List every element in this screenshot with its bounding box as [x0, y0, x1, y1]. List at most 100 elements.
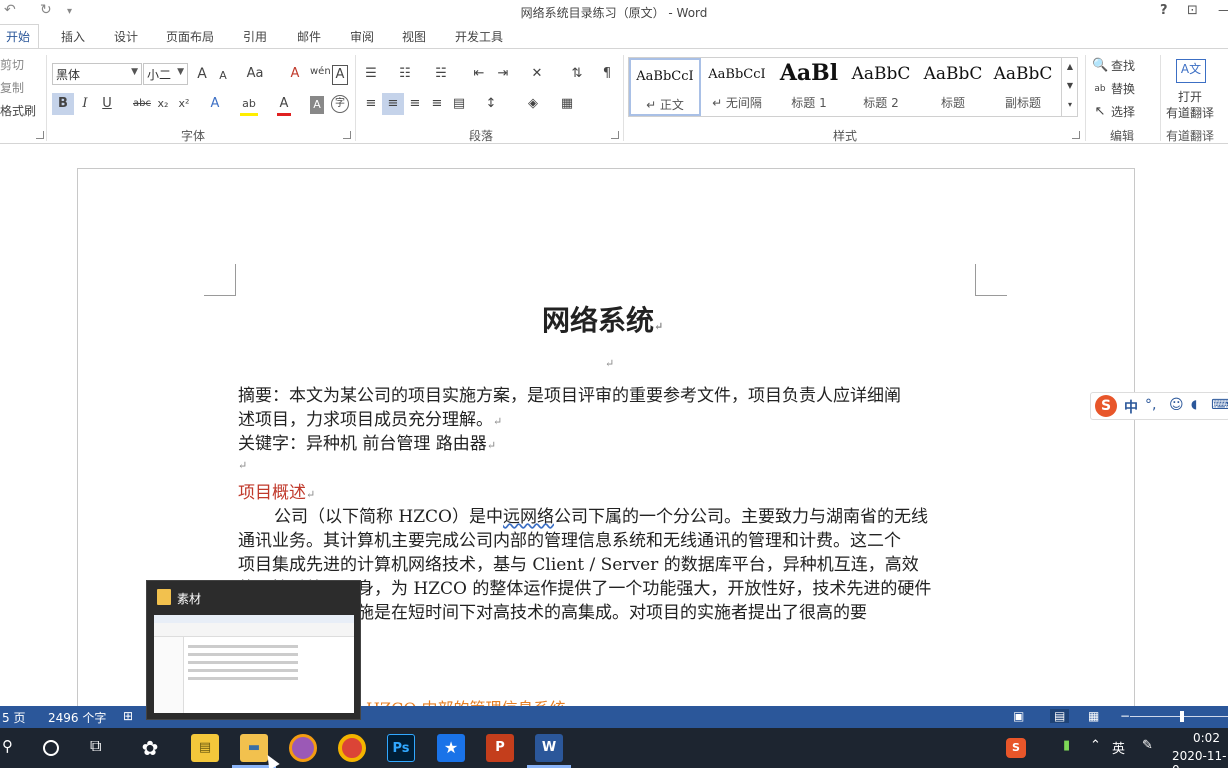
keyboard-icon[interactable]: ⌨	[1211, 397, 1228, 413]
colorful-app-icon[interactable]	[289, 734, 317, 762]
keywords-line[interactable]: 关键字：异种机 前台管理 路由器↵	[238, 429, 496, 454]
font-name-select[interactable]: 黑体 ▼	[52, 63, 142, 85]
pen-icon[interactable]: ✎	[1142, 738, 1153, 753]
multilevel-list-icon[interactable]: ☵	[432, 65, 450, 83]
web-layout-icon[interactable]: ▦	[1088, 709, 1099, 723]
replace-button[interactable]: 替换	[1111, 81, 1135, 97]
character-shading-icon[interactable]: A	[310, 96, 324, 114]
ime-punct-button[interactable]: °,	[1145, 397, 1156, 413]
format-painter-button[interactable]: 格式刷	[0, 103, 36, 119]
strikethrough-button[interactable]: abc	[131, 95, 153, 113]
phonetic-guide-icon[interactable]: wén	[310, 63, 331, 81]
tab-review[interactable]: 审阅	[350, 28, 374, 45]
align-right-icon[interactable]: ≡	[406, 95, 424, 113]
youdao-open-line1[interactable]: 打开	[1178, 89, 1202, 105]
ribbon-display-options-button[interactable]: ⊡	[1187, 3, 1198, 18]
style-title[interactable]: AaBbC 标题	[917, 58, 989, 116]
translate-icon[interactable]: A文	[1176, 59, 1206, 83]
chrome-icon[interactable]	[338, 734, 366, 762]
bold-button[interactable]: B	[52, 93, 74, 115]
taskbar-thumbnail-preview[interactable]: 素材	[146, 580, 361, 720]
zoom-slider-thumb[interactable]	[1180, 711, 1184, 722]
gallery-scroll[interactable]: ▲ ▼ ▾	[1061, 58, 1077, 116]
chevron-down-icon[interactable]: ▼	[1064, 77, 1076, 95]
ime-tray-indicator[interactable]: 英	[1112, 738, 1125, 757]
tab-references[interactable]: 引用	[243, 28, 267, 45]
sogou-logo-icon[interactable]: S	[1095, 395, 1117, 417]
font-launcher-icon[interactable]	[343, 131, 351, 139]
chinese-layout-icon[interactable]: ✕	[528, 65, 546, 83]
subscript-button[interactable]: x₂	[156, 95, 170, 113]
font-color-icon[interactable]: A	[277, 95, 291, 116]
zoom-slider[interactable]	[1130, 716, 1228, 717]
enclose-characters-icon[interactable]: 字	[331, 95, 349, 113]
chevron-up-icon[interactable]: ⌃	[1090, 738, 1101, 753]
star-app-icon[interactable]: ★	[437, 734, 465, 762]
line-spacing-icon[interactable]: ↕	[482, 95, 500, 113]
borders-icon[interactable]: ▦	[558, 95, 576, 113]
text-effects-icon[interactable]: A	[208, 95, 222, 113]
character-border-icon[interactable]: A	[332, 65, 348, 85]
select-button[interactable]: 选择	[1111, 104, 1135, 120]
justify-icon[interactable]: ≡	[428, 95, 446, 113]
font-size-select[interactable]: 小二 ▼	[143, 63, 188, 85]
powerpoint-icon[interactable]: P	[486, 734, 514, 762]
tab-view[interactable]: 视图	[402, 28, 426, 45]
battery-icon[interactable]: ▮	[1063, 738, 1070, 753]
superscript-button[interactable]: x²	[176, 95, 192, 113]
task-view-icon[interactable]: ⧉	[90, 736, 101, 756]
photoshop-icon[interactable]: Ps	[387, 734, 415, 762]
change-case-icon[interactable]: Aa	[244, 65, 266, 83]
style-heading-1[interactable]: AaBl 标题 1	[773, 58, 845, 116]
paragraph-launcher-icon[interactable]	[611, 131, 619, 139]
sort-icon[interactable]: ⇅	[568, 65, 586, 83]
bullets-icon[interactable]: ☰	[362, 65, 380, 83]
style-normal[interactable]: AaBbCcI ↵ 正文	[629, 58, 701, 116]
notes-app-icon[interactable]: ▤	[191, 734, 219, 762]
distributed-icon[interactable]: ▤	[450, 95, 468, 113]
find-button[interactable]: 查找	[1111, 58, 1135, 74]
minimize-button[interactable]: —	[1218, 3, 1228, 18]
shrink-font-icon[interactable]: A	[216, 67, 230, 85]
word-count[interactable]: 2496 个字	[48, 709, 106, 726]
clipboard-launcher-icon[interactable]	[36, 131, 44, 139]
copy-button[interactable]: 复制	[0, 80, 24, 96]
decrease-indent-icon[interactable]: ⇤	[470, 65, 488, 83]
tab-mailings[interactable]: 邮件	[297, 28, 321, 45]
abstract-line-2[interactable]: 述项目，力求项目成员充分理解。↵	[238, 405, 502, 430]
numbering-icon[interactable]: ☷	[396, 65, 414, 83]
clock-date[interactable]: 2020-11-0	[1172, 749, 1228, 777]
style-heading-2[interactable]: AaBbC 标题 2	[845, 58, 917, 116]
show-marks-icon[interactable]: ¶	[600, 65, 614, 83]
youdao-open-line2[interactable]: 有道翻译	[1166, 105, 1214, 121]
proofing-icon[interactable]: ⊞	[123, 709, 133, 723]
italic-button[interactable]: I	[78, 95, 92, 113]
ime-mode-button[interactable]: 中	[1124, 397, 1138, 417]
tab-layout[interactable]: 页面布局	[166, 28, 214, 45]
increase-indent-icon[interactable]: ⇥	[494, 65, 512, 83]
highlight-icon[interactable]: ab	[240, 95, 258, 116]
cut-button[interactable]: 剪切	[0, 57, 24, 73]
clock-time[interactable]: 0:02	[1193, 731, 1220, 745]
emoji-icon[interactable]: ☺	[1169, 397, 1184, 413]
style-subtitle[interactable]: AaBbC 副标题	[987, 58, 1059, 116]
chevron-up-icon[interactable]: ▲	[1064, 58, 1076, 76]
ime-toolbar[interactable]: S 中 °, ☺ ◖ ⌨	[1090, 392, 1228, 420]
print-layout-icon[interactable]: ▤	[1050, 709, 1070, 723]
styles-launcher-icon[interactable]	[1072, 131, 1080, 139]
read-mode-icon[interactable]: ▣	[1013, 709, 1024, 723]
page-count[interactable]: 5 页	[2, 709, 25, 726]
search-icon[interactable]: ⚲	[2, 737, 13, 755]
cortana-icon[interactable]	[43, 740, 59, 756]
align-center-icon[interactable]: ≡	[382, 93, 404, 115]
clear-formatting-icon[interactable]: A	[287, 65, 303, 83]
help-button[interactable]: ?	[1160, 3, 1168, 18]
pinwheel-app-icon[interactable]: ✿	[136, 734, 164, 762]
word-icon[interactable]: W	[535, 734, 563, 762]
abstract-line-1[interactable]: 摘要：本文为某公司的项目实施方案，是项目评审的重要参考文件，项目负责人应详细阐	[238, 381, 901, 406]
section-heading-overview[interactable]: 项目概述↵	[238, 478, 315, 503]
body-line-3[interactable]: 项目集成先进的计算机网络技术，基与 Client / Server 的数据库平台…	[238, 550, 919, 575]
microphone-icon[interactable]: ◖	[1191, 397, 1197, 411]
underline-button[interactable]: U	[100, 95, 114, 113]
shading-icon[interactable]: ◈	[524, 95, 542, 113]
